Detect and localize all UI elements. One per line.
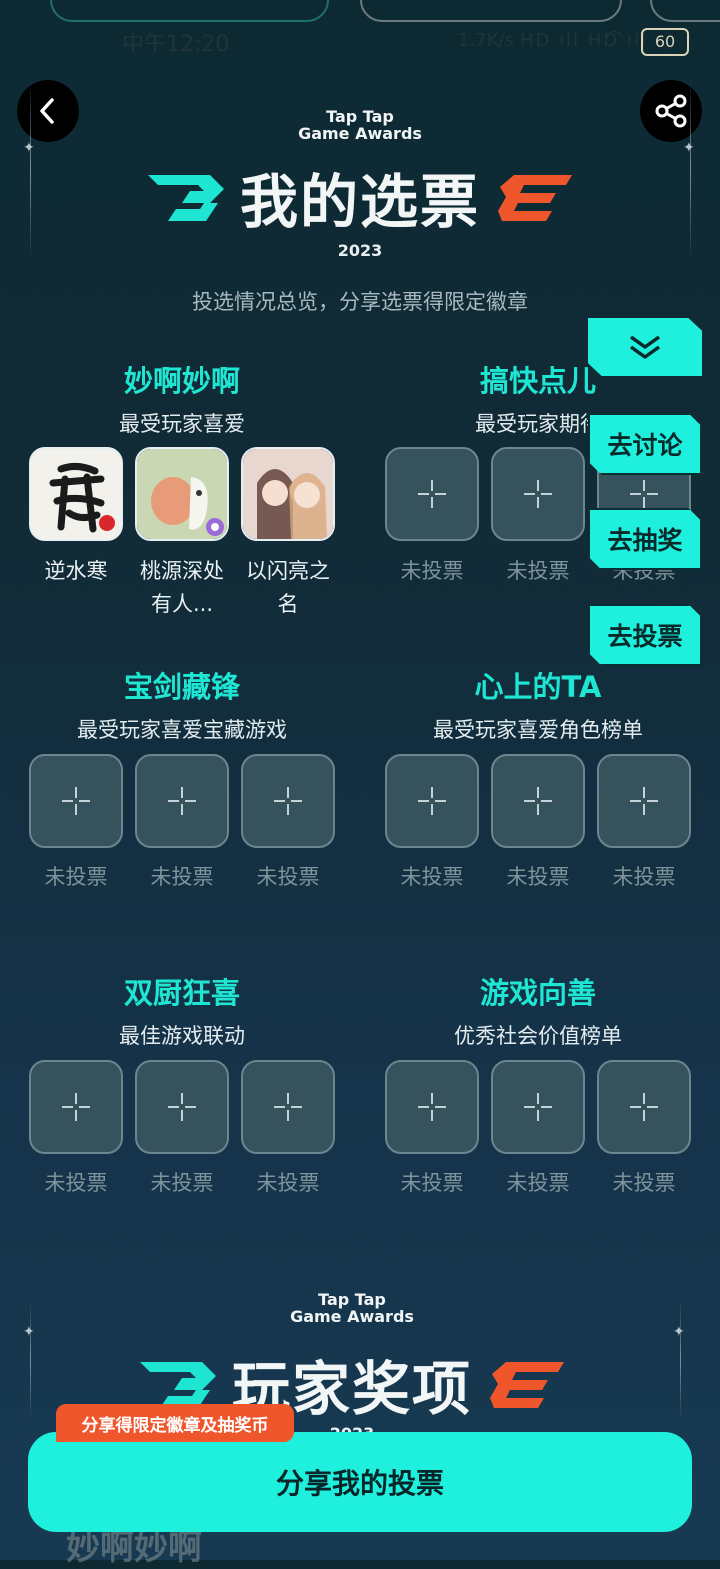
category-header: 妙啊妙啊 最受玩家喜爱 <box>119 364 245 436</box>
empty-vote-slot[interactable] <box>385 447 479 541</box>
slot-label: 未投票 <box>506 559 570 583</box>
plus-icon <box>630 1093 658 1121</box>
page-title: 我的选票 <box>0 155 720 239</box>
empty-vote-slot[interactable] <box>241 1060 335 1154</box>
discuss-button[interactable]: 去讨论 <box>588 413 702 475</box>
slot-label: 未投票 <box>400 1171 464 1195</box>
teal-bracket-icon <box>139 1362 216 1408</box>
slot-label: 逆水寒 <box>44 559 108 583</box>
plus-icon <box>630 480 658 508</box>
status-decor <box>50 0 329 22</box>
diamond-icon: ✦ <box>23 1324 35 1340</box>
diamond-icon: ✦ <box>673 1324 685 1340</box>
orange-bracket-icon <box>498 175 572 221</box>
slot-label: 未投票 <box>150 865 214 889</box>
plus-icon <box>418 480 446 508</box>
plus-icon <box>524 480 552 508</box>
empty-vote-slot[interactable] <box>597 1060 691 1154</box>
empty-vote-slot[interactable] <box>597 754 691 848</box>
collapse-button[interactable] <box>588 318 702 376</box>
plus-icon <box>418 787 446 815</box>
teal-bracket-icon <box>147 175 224 221</box>
lottery-button[interactable]: 去抽奖 <box>588 508 702 570</box>
category-header: 心上的TA 最受玩家喜爱角色榜单 <box>433 670 643 742</box>
slot-label: 未投票 <box>506 1171 570 1195</box>
plus-icon <box>274 1093 302 1121</box>
slot-label: 未投票 <box>256 865 320 889</box>
brand-logo: Tap Tap Game Awards <box>290 1290 414 1326</box>
diamond-icon: ✦ <box>683 140 695 156</box>
network-speed: 1.7K/s <box>458 30 514 51</box>
plus-icon <box>62 1093 90 1121</box>
plus-icon <box>524 1093 552 1121</box>
slot-label: 未投票 <box>400 865 464 889</box>
empty-vote-slot[interactable] <box>135 754 229 848</box>
signal-icon: HD ıll HD ıll <box>520 30 648 51</box>
status-bar: 中午12:20 1.7K/s HD ıll HD ıll ◠ 60 <box>0 0 720 80</box>
empty-vote-slot[interactable] <box>385 1060 479 1154</box>
brush-glyph-icon <box>31 449 121 539</box>
two-characters-icon <box>243 449 333 539</box>
status-time: 中午12:20 <box>122 32 230 57</box>
empty-vote-slot[interactable] <box>135 1060 229 1154</box>
peach-character-icon <box>137 449 227 539</box>
slot-label: 未投票 <box>400 559 464 583</box>
slot-label: 未投票 <box>612 1171 676 1195</box>
game-icon-taoyuan[interactable] <box>135 447 229 541</box>
battery-icon: 60 <box>641 28 689 56</box>
game-icon-nishuihan[interactable] <box>29 447 123 541</box>
empty-vote-slot[interactable] <box>29 754 123 848</box>
share-my-vote-button[interactable]: 分享我的投票 <box>28 1432 692 1532</box>
empty-vote-slot[interactable] <box>491 754 585 848</box>
plus-icon <box>524 787 552 815</box>
year-label: 2023 <box>337 241 383 260</box>
slot-label: 以闪亮之 名 <box>246 559 330 616</box>
status-decor <box>650 0 720 22</box>
plus-icon <box>168 1093 196 1121</box>
slot-label: 未投票 <box>506 865 570 889</box>
wifi-icon: ◠ <box>605 26 625 51</box>
game-icon-shanliang[interactable] <box>241 447 335 541</box>
empty-vote-slot[interactable] <box>491 1060 585 1154</box>
diamond-icon: ✦ <box>23 140 35 156</box>
category-header: 游戏向善 优秀社会价值榜单 <box>454 976 622 1048</box>
slot-label: 未投票 <box>44 865 108 889</box>
status-decor <box>360 0 622 22</box>
slot-label: 未投票 <box>150 1171 214 1195</box>
category-header: 双厨狂喜 最佳游戏联动 <box>119 976 245 1048</box>
slot-label: 未投票 <box>612 865 676 889</box>
vote-button[interactable]: 去投票 <box>588 604 702 666</box>
plus-icon <box>168 787 196 815</box>
plus-icon <box>418 1093 446 1121</box>
slot-label: 未投票 <box>256 1171 320 1195</box>
promo-badge: 分享得限定徽章及抽奖币 <box>56 1404 294 1442</box>
brand-logo: Tap Tap Game Awards <box>298 107 422 143</box>
plus-icon <box>630 787 658 815</box>
double-chevron-down-icon <box>629 335 661 359</box>
empty-vote-slot[interactable] <box>29 1060 123 1154</box>
plus-icon <box>62 787 90 815</box>
page-subtitle: 投选情况总览，分享选票得限定徽章 <box>192 290 528 314</box>
orange-bracket-icon <box>490 1362 564 1408</box>
empty-vote-slot[interactable] <box>491 447 585 541</box>
slot-label: 桃源深处 有人... <box>140 559 224 616</box>
slot-label: 未投票 <box>44 1171 108 1195</box>
category-header: 宝剑藏锋 最受玩家喜爱宝藏游戏 <box>77 670 287 742</box>
empty-vote-slot[interactable] <box>385 754 479 848</box>
empty-vote-slot[interactable] <box>241 754 335 848</box>
plus-icon <box>274 787 302 815</box>
